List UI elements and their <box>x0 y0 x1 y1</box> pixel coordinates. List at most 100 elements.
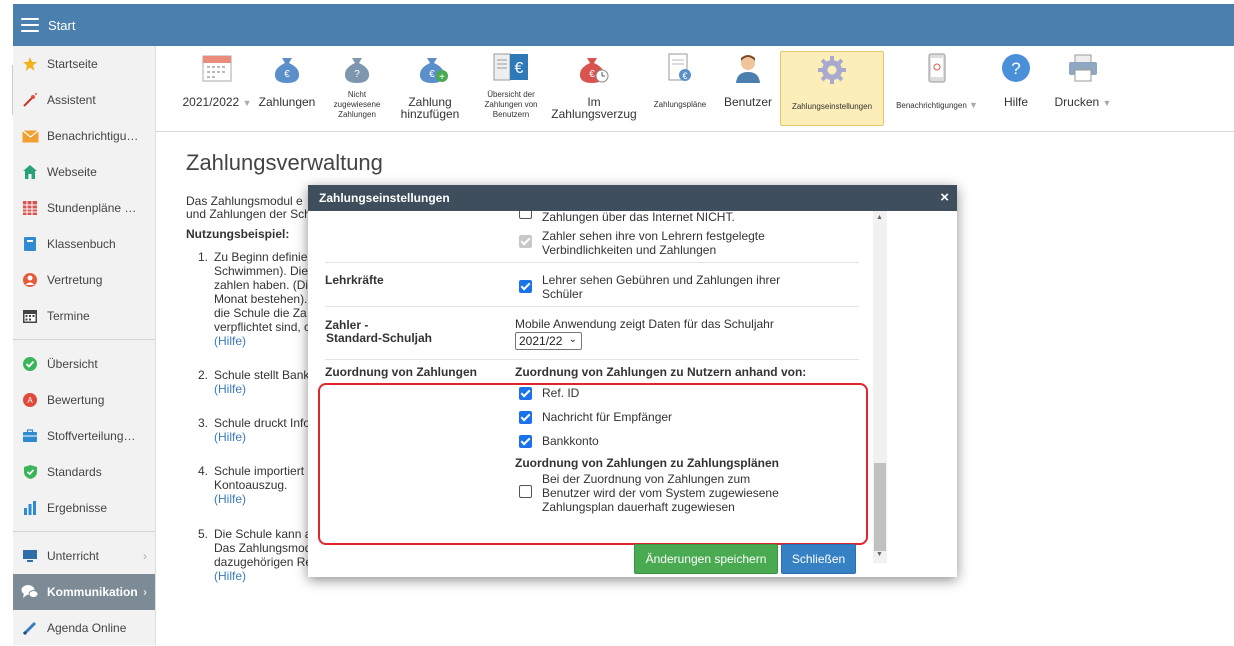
svg-text:€: € <box>589 69 595 80</box>
sidebar-item-uebersicht[interactable]: Übersicht <box>13 346 155 382</box>
toolbar-benutzer[interactable]: Benutzer <box>720 50 776 126</box>
sidebar-item-stundenplaene[interactable]: Stundenpläne … <box>13 190 155 226</box>
list-item-text: zahlen haben. (Di <box>214 278 309 292</box>
hilfe-link[interactable]: (Hilfe) <box>214 383 246 396</box>
svg-text:A: A <box>27 396 33 405</box>
toolbar-label: Im Zahlungsverzug <box>551 95 637 121</box>
toolbar-uebersicht[interactable]: € Übersicht der Zahlungen von Benutzern <box>478 50 544 126</box>
rating-icon: A <box>21 391 39 409</box>
list-item-text: dazugehörigen Re <box>214 555 313 569</box>
plan-text-1: Bei der Zuordnung von Zahlungen zum <box>542 472 751 486</box>
svg-text:?: ? <box>354 69 360 80</box>
sidebar-item-agenda-online[interactable]: Agenda Online <box>13 610 155 646</box>
sidebar-item-label: Bewertung <box>47 393 105 407</box>
toolbar-drucken[interactable]: Drucken ▼ <box>1048 50 1118 126</box>
person-icon <box>21 271 39 289</box>
close-button[interactable]: Schließen <box>781 544 856 574</box>
toolbar-nicht-zugewiesene[interactable]: ? Nicht zugewiesene Zahlungen <box>326 50 388 126</box>
mobile-app-text: Mobile Anwendung zeigt Daten für das Sch… <box>515 317 774 331</box>
toolbar-zahlungen[interactable]: € Zahlungen <box>256 50 318 126</box>
page-title: Zahlungsverwaltung <box>186 150 383 175</box>
scroll-down-icon[interactable]: ▼ <box>876 551 883 558</box>
close-icon[interactable]: × <box>940 189 949 206</box>
school-year-selector[interactable]: 2021/2022 ▼ <box>176 50 258 126</box>
timetable-icon <box>21 199 39 217</box>
internet-payments-checkbox[interactable] <box>519 211 532 219</box>
svg-text:?: ? <box>1011 59 1020 78</box>
nachricht-label: Nachricht für Empfänger <box>542 410 673 424</box>
left-edge <box>0 65 13 115</box>
list-number: 5. <box>198 527 209 541</box>
star-icon <box>21 55 39 73</box>
sidebar-item-stoffverteilung[interactable]: Stoffverteilung… <box>13 418 155 454</box>
dialog-body: Zahlungen über das Internet NICHT. Zahle… <box>308 211 957 577</box>
toolbar-zahlung-hinzufuegen[interactable]: € + Zahlung hinzufügen <box>396 50 472 126</box>
chevron-down-icon: ⌄ <box>568 334 577 345</box>
monitor-icon <box>21 547 39 565</box>
sidebar-item-benachrichtigungen[interactable]: Benachrichtigu… <box>13 118 155 154</box>
gear-icon <box>781 52 883 88</box>
teacher-view-checkbox[interactable] <box>519 280 532 293</box>
hilfe-link[interactable]: (Hilfe) <box>214 493 246 506</box>
plan-text-2: Benutzer wird der vom System zugewiesene <box>542 486 779 500</box>
hilfe-link[interactable]: (Hilfe) <box>214 570 246 583</box>
hilfe-link[interactable]: (Hilfe) <box>214 335 246 348</box>
ref-id-checkbox[interactable] <box>519 387 532 400</box>
settings-dialog: Zahlungseinstellungen × Zahlungen über d… <box>308 185 957 577</box>
toolbar-label: Zahlungspläne <box>653 100 707 109</box>
intro-line-2: und Zahlungen der Sch <box>186 207 311 221</box>
scroll-up-icon[interactable]: ▲ <box>876 214 883 221</box>
list-item-text: Monat bestehen). <box>214 292 308 306</box>
dialog-title: Zahlungseinstellungen <box>319 191 450 205</box>
list-item-text: Schule stellt Bank <box>214 368 310 382</box>
toolbar-benachrichtigungen[interactable]: Benachrichtigungen ▼ <box>888 50 986 126</box>
toolbar-zahlungseinstellungen[interactable]: Zahlungseinstellungen <box>780 51 884 126</box>
sidebar-item-assistent[interactable]: Assistent <box>13 82 155 118</box>
list-number: 1. <box>198 250 209 264</box>
app-title: Start <box>48 17 76 33</box>
sidebar-item-kommunikation[interactable]: Kommunikation › <box>13 574 155 610</box>
zuordnung-nutzer-heading: Zuordnung von Zahlungen zu Nutzern anhan… <box>515 365 807 379</box>
sidebar-item-ergebnisse[interactable]: Ergebnisse <box>13 490 155 526</box>
sidebar-divider <box>13 339 155 340</box>
sidebar-item-webseite[interactable]: Webseite <box>13 154 155 190</box>
sidebar-item-label: Benachrichtigu… <box>47 129 139 143</box>
nachricht-checkbox[interactable] <box>519 411 532 424</box>
toolbar-im-zahlungsverzug[interactable]: € Im Zahlungsverzug <box>550 50 638 126</box>
zahler-label-1: Zahler - <box>325 318 369 332</box>
hamburger-menu-icon[interactable] <box>21 18 39 32</box>
sidebar-item-label: Webseite <box>47 165 97 179</box>
sidebar-item-startseite[interactable]: Startseite <box>13 46 155 82</box>
sidebar-item-vertretung[interactable]: Vertretung <box>13 262 155 298</box>
school-year-select[interactable]: 2021/22 ⌄ <box>515 332 582 350</box>
list-number: 2. <box>198 368 209 382</box>
dialog-scrollbar[interactable]: ▲ ▼ <box>873 211 887 563</box>
save-button[interactable]: Änderungen speichern <box>634 544 778 574</box>
sidebar-item-unterricht[interactable]: Unterricht › <box>13 538 155 574</box>
school-year-value: 2021/22 <box>519 334 563 348</box>
sidebar-item-label: Agenda Online <box>47 621 127 635</box>
sidebar-item-label: Stundenpläne … <box>47 201 137 215</box>
dialog-header: Zahlungseinstellungen × <box>308 185 957 211</box>
chevron-right-icon: › <box>143 585 147 599</box>
sidebar-item-label: Stoffverteilung… <box>47 429 136 443</box>
sidebar-item-standards[interactable]: Standards <box>13 454 155 490</box>
sidebar-item-klassenbuch[interactable]: Klassenbuch <box>13 226 155 262</box>
hilfe-link[interactable]: (Hilfe) <box>214 431 246 444</box>
sidebar-item-label: Termine <box>47 309 90 323</box>
help-icon: ? <box>996 50 1036 86</box>
toolbar-hilfe[interactable]: ? Hilfe <box>996 50 1036 126</box>
sidebar-item-label: Übersicht <box>47 357 98 371</box>
toolbar-zahlungsplaene[interactable]: € Zahlungspläne <box>648 50 712 126</box>
bankkonto-checkbox[interactable] <box>519 435 532 448</box>
scrollbar-thumb[interactable] <box>874 463 886 551</box>
phone-icon <box>888 50 986 86</box>
school-year-label: 2021/2022 <box>182 95 240 109</box>
calendar-icon <box>21 307 39 325</box>
sidebar-item-bewertung[interactable]: A Bewertung <box>13 382 155 418</box>
sidebar-item-termine[interactable]: Termine <box>13 298 155 334</box>
zuordnung-label: Zuordnung von Zahlungen <box>325 365 477 379</box>
payer-view-text-2: Verbindlichkeiten und Zahlungen <box>542 243 717 257</box>
book-icon <box>21 235 39 253</box>
permanent-plan-checkbox[interactable] <box>519 485 532 498</box>
